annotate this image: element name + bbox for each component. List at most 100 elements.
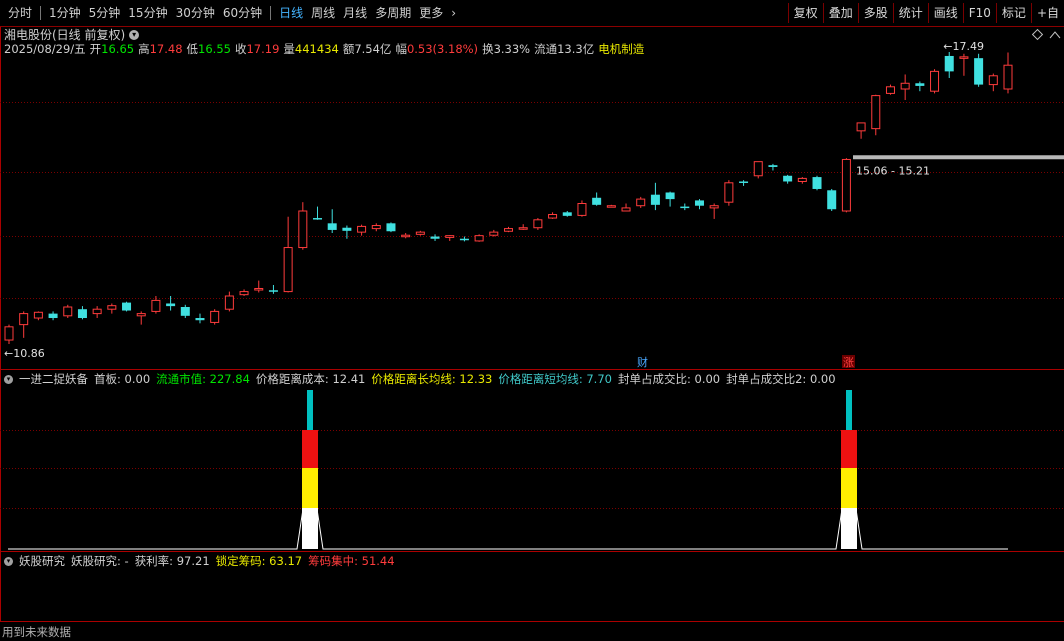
candle-body-up bbox=[224, 295, 234, 310]
candle-body-down bbox=[665, 192, 675, 200]
signal-bar-yellow bbox=[302, 468, 318, 508]
indicator1-value-6: 封单占成交比2: 0.00 bbox=[726, 372, 836, 386]
kline-chart[interactable]: 15.06 - 15.21 ←17.49 ←10.86 财 涨 bbox=[0, 0, 1064, 641]
candle-body-up bbox=[885, 86, 895, 94]
candle-body-down bbox=[562, 212, 572, 216]
candle-body-down bbox=[459, 238, 469, 241]
candle-body-down bbox=[592, 197, 602, 205]
signal-bar-yellow bbox=[841, 468, 857, 508]
candle-body-down bbox=[268, 290, 278, 292]
candle-body-down bbox=[768, 165, 778, 167]
candle-body-up bbox=[283, 247, 293, 293]
indicator1-value-4: 价格距离短均线: 7.70 bbox=[498, 372, 612, 386]
candle-body-up bbox=[210, 310, 220, 323]
low-price-marker: ←10.86 bbox=[4, 347, 45, 360]
candle-body-down bbox=[327, 223, 337, 230]
indicator2-value-2: 锁定筹码: 63.17 bbox=[215, 554, 303, 568]
candle-body-down bbox=[739, 181, 749, 183]
indicator2-name[interactable]: 妖股研究 bbox=[19, 553, 65, 569]
candle-body-down bbox=[650, 194, 660, 205]
candle-body-up bbox=[606, 205, 616, 208]
candle-body-up bbox=[871, 95, 881, 130]
candle-body-up bbox=[856, 122, 866, 132]
candle-body-up bbox=[63, 306, 73, 317]
chevron-down-icon[interactable]: ▾ bbox=[4, 556, 13, 566]
candle-body-up bbox=[239, 291, 249, 296]
candle-body-down bbox=[180, 307, 190, 316]
indicator1-value-0: 首板: 0.00 bbox=[94, 372, 151, 386]
high-price-marker: ←17.49 bbox=[943, 40, 984, 53]
candle-body-down bbox=[974, 58, 984, 85]
candle-body-down bbox=[783, 175, 793, 182]
candle-body-up bbox=[33, 311, 43, 319]
event-marker-finance: 财 bbox=[637, 355, 648, 369]
indicator2-value-3: 筹码集中: 51.44 bbox=[308, 554, 395, 568]
indicator2-value-1: 获利率: 97.21 bbox=[134, 554, 210, 568]
candle-body-up bbox=[533, 219, 543, 229]
chevron-down-icon[interactable]: ▾ bbox=[4, 374, 13, 384]
scroll-up-icon bbox=[1049, 31, 1061, 39]
signal-bar-cyan bbox=[846, 390, 852, 430]
candle-body-down bbox=[680, 206, 690, 209]
candle-body-up bbox=[107, 305, 117, 310]
candle-body-up bbox=[474, 235, 484, 242]
indicator1-value-5: 封单占成交比: 0.00 bbox=[617, 372, 721, 386]
candle-body-up bbox=[959, 56, 969, 59]
candle-body-down bbox=[812, 177, 822, 189]
candle-body-up bbox=[371, 225, 381, 230]
candle-body-up bbox=[518, 227, 528, 230]
candle-body-down bbox=[430, 236, 440, 239]
candle-body-down bbox=[48, 313, 58, 319]
price-band-bar bbox=[853, 155, 1064, 160]
candle-body-down bbox=[827, 190, 837, 210]
candle-body-up bbox=[621, 207, 631, 212]
indicator1-header: ▾ 一进二捉妖备 首板: 0.00 流通市值: 227.84 价格距离成本: 12.… bbox=[4, 371, 842, 387]
signal-bar-white bbox=[302, 508, 318, 549]
candle-body-up bbox=[930, 70, 940, 92]
indicator1-value-3: 价格距离长均线: 12.33 bbox=[371, 372, 493, 386]
candle-body-down bbox=[944, 55, 954, 72]
signal-bar-red bbox=[841, 430, 857, 468]
indicator1-name[interactable]: 一进二捉妖备 bbox=[19, 371, 88, 387]
candle-body-up bbox=[4, 326, 14, 341]
candle-body-up bbox=[415, 231, 425, 235]
candle-body-down bbox=[694, 200, 704, 206]
indicator2-header: ▾ 妖股研究 妖股研究: - 获利率: 97.21 锁定筹码: 63.17 筹码集中:… bbox=[4, 553, 401, 569]
candle-body-up bbox=[401, 234, 411, 238]
signal-bar-cyan bbox=[307, 390, 313, 430]
candle-body-up bbox=[841, 158, 851, 212]
indicator1-value-2: 价格距离成本: 12.41 bbox=[255, 372, 366, 386]
signal-bar-red bbox=[302, 430, 318, 468]
signal-bar-white bbox=[841, 508, 857, 549]
candle-body-up bbox=[445, 235, 455, 238]
candle-body-up bbox=[92, 308, 102, 315]
candle-body-up bbox=[900, 82, 910, 90]
candle-body-up bbox=[724, 182, 734, 203]
event-marker-limit-up: 涨 bbox=[843, 356, 854, 369]
candle-body-down bbox=[166, 303, 176, 307]
candle-body-up bbox=[548, 214, 558, 219]
candle-body-down bbox=[195, 318, 205, 321]
candle-body-down bbox=[122, 302, 132, 311]
candle-body-up bbox=[136, 313, 146, 317]
candle-body-up bbox=[709, 205, 719, 209]
candle-body-up bbox=[298, 210, 308, 249]
candle-body-up bbox=[151, 299, 161, 312]
candle-body-up bbox=[489, 231, 499, 236]
indicator1-line bbox=[8, 508, 1008, 550]
candle-body-down bbox=[342, 227, 352, 231]
candle-body-up bbox=[753, 161, 763, 177]
candle-body-down bbox=[915, 83, 925, 86]
candle-body-up bbox=[254, 288, 264, 291]
price-band-label: 15.06 - 15.21 bbox=[856, 164, 930, 177]
candle-body-up bbox=[988, 75, 998, 86]
indicator1-value-1: 流通市值: 227.84 bbox=[156, 372, 250, 386]
candle-body-down bbox=[77, 309, 87, 319]
diamond-icon bbox=[1031, 28, 1044, 41]
candle-body-up bbox=[636, 198, 646, 207]
candle-body-up bbox=[577, 203, 587, 216]
candle-body-up bbox=[1003, 64, 1013, 90]
indicator2-value-0: 妖股研究: - bbox=[71, 554, 129, 568]
candle-body-up bbox=[797, 177, 807, 182]
candle-body-up bbox=[357, 225, 367, 233]
